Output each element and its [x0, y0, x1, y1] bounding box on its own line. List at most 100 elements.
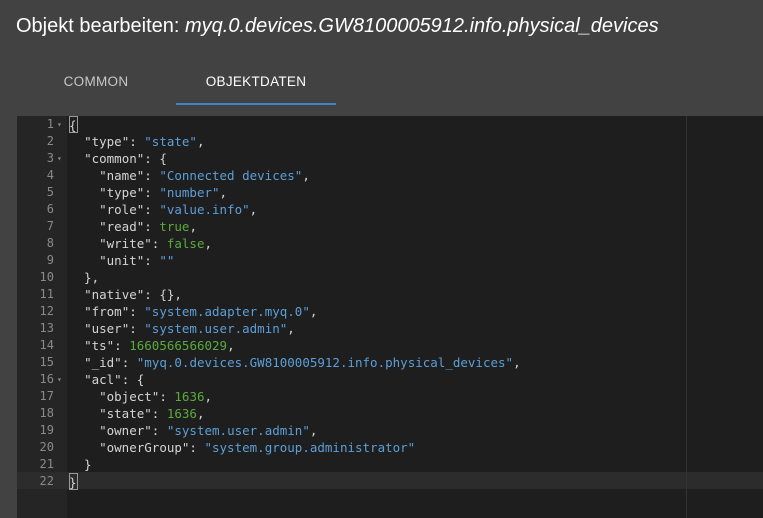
code-text: "read": true, — [69, 218, 197, 235]
code-line[interactable]: 3 ▾ "common": { — [17, 150, 763, 167]
code-token: : — [129, 134, 145, 149]
code-token: , — [196, 406, 205, 421]
code-token: "acl" — [84, 372, 122, 387]
code-line[interactable]: 6 "role": "value.info", — [17, 201, 763, 218]
tab-common[interactable]: COMMON — [16, 60, 176, 106]
code-token: "state" — [99, 406, 152, 421]
code-line[interactable]: 21 } — [17, 456, 763, 473]
code-line[interactable]: 12 "from": "system.adapter.myq.0", — [17, 303, 763, 320]
code-token: "_id" — [84, 355, 122, 370]
line-number: 11 — [39, 287, 54, 301]
code-text: "common": { — [69, 150, 167, 167]
code-text: "type": "number", — [69, 184, 227, 201]
code-line[interactable]: 15 "_id": "myq.0.devices.GW8100005912.in… — [17, 354, 763, 371]
tab-bar: COMMON OBJEKTDATEN — [0, 60, 763, 106]
line-number: 13 — [39, 321, 54, 335]
line-number: 3 — [46, 151, 54, 165]
code-token: } — [69, 457, 92, 472]
code-token: , — [249, 202, 258, 217]
code-line[interactable]: 7 "read": true, — [17, 218, 763, 235]
code-token: "object" — [99, 389, 160, 404]
fold-toggle-icon[interactable]: ▾ — [57, 150, 62, 167]
fold-toggle-icon[interactable]: ▾ — [57, 371, 62, 388]
code-text: "role": "value.info", — [69, 201, 257, 218]
tab-objektdaten[interactable]: OBJEKTDATEN — [176, 60, 336, 106]
code-line[interactable]: 8 "write": false, — [17, 235, 763, 252]
code-token: , — [287, 321, 295, 336]
code-token: , — [309, 423, 318, 438]
active-tab-indicator — [176, 103, 336, 105]
code-line[interactable]: 11 "native": {}, — [17, 286, 763, 303]
fold-toggle-icon[interactable]: ▾ — [57, 116, 62, 133]
code-token: 1636 — [166, 406, 197, 421]
code-line[interactable]: 14 "ts": 1660566566029, — [17, 337, 763, 354]
code-token: : — [189, 440, 205, 455]
json-editor[interactable]: 1 ▾{2 "type": "state", 3 ▾ "common": {4 "na… — [17, 116, 763, 518]
line-number: 22 — [39, 474, 54, 488]
code-token: : — [129, 304, 145, 319]
code-text: "user": "system.user.admin", — [69, 320, 295, 337]
code-token: true — [159, 219, 190, 234]
code-line[interactable]: 13 "user": "system.user.admin", — [17, 320, 763, 337]
title-object-id: myq.0.devices.GW8100005912.info.physical… — [185, 15, 659, 37]
code-token: "state" — [144, 134, 197, 149]
code-text: "state": 1636, — [69, 405, 205, 422]
code-line[interactable]: 10 }, — [17, 269, 763, 286]
code-token: }, — [69, 270, 100, 285]
code-line[interactable]: 4 "name": "Connected devices", — [17, 167, 763, 184]
code-token: : — [151, 236, 167, 251]
code-token: "system.adapter.myq.0" — [144, 304, 310, 319]
code-token: "write" — [99, 236, 152, 251]
code-token: : — [144, 253, 160, 268]
code-line[interactable]: 1 ▾ { — [17, 116, 763, 133]
line-number: 9 — [46, 253, 54, 267]
code-token: "system.user.admin" — [166, 423, 310, 438]
code-token: } — [69, 475, 77, 490]
code-line[interactable]: 19 "owner": "system.user.admin", — [17, 422, 763, 439]
code-token: "system.user.admin" — [144, 321, 288, 336]
code-token: : — [114, 338, 130, 353]
code-text: "write": false, — [69, 235, 212, 252]
line-number: 21 — [39, 457, 54, 471]
code-token: , — [189, 219, 197, 234]
code-token: "number" — [159, 185, 220, 200]
line-number: 14 — [39, 338, 54, 352]
line-number: 18 — [39, 406, 54, 420]
code-lines[interactable]: 1 ▾{2 "type": "state", 3 ▾ "common": {4 "na… — [17, 116, 763, 490]
code-token: : — [144, 185, 160, 200]
code-token: "Connected devices" — [159, 168, 303, 183]
code-text: { — [69, 116, 78, 134]
code-line[interactable]: 5 "type": "number", — [17, 184, 763, 201]
code-text: "object": 1636, — [69, 388, 212, 405]
line-number: 4 — [46, 168, 54, 182]
code-text: "ownerGroup": "system.group.administrato… — [69, 439, 415, 456]
code-token: "common" — [84, 151, 145, 166]
line-number: 19 — [39, 423, 54, 437]
code-token: , — [196, 134, 205, 149]
code-token: , — [204, 389, 213, 404]
line-number: 12 — [39, 304, 54, 318]
code-line[interactable]: 16 ▾ "acl": { — [17, 371, 763, 388]
code-text: "acl": { — [69, 371, 144, 388]
code-token: , — [302, 168, 310, 183]
code-token: : — [121, 355, 137, 370]
code-line[interactable]: 17 "object": 1636, — [17, 388, 763, 405]
code-token: { — [69, 118, 77, 133]
code-token: "native" — [84, 287, 145, 302]
code-line[interactable]: 9 "unit": "" — [17, 252, 763, 269]
code-line[interactable]: 20 "ownerGroup": "system.group.administr… — [17, 439, 763, 456]
code-token: "myq.0.devices.GW8100005912.info.physica… — [136, 355, 514, 370]
code-line[interactable]: 2 "type": "state", — [17, 133, 763, 150]
code-line[interactable]: 18 "state": 1636, — [17, 405, 763, 422]
code-line[interactable]: 22} — [17, 473, 763, 490]
line-number: 1 — [46, 117, 54, 131]
